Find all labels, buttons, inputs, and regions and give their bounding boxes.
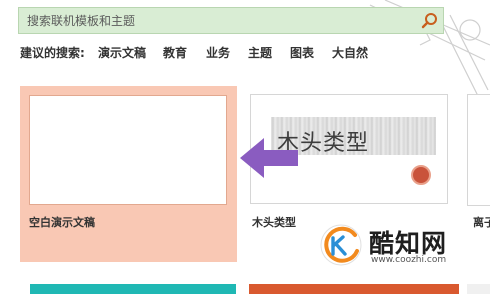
template-thumbnail[interactable]	[29, 95, 227, 205]
template-thumbnail[interactable]	[467, 94, 490, 206]
template-label: 空白演示文稿	[29, 216, 95, 229]
suggested-searches-label: 建议的搜索:	[20, 46, 85, 60]
suggestion-nature[interactable]: 大自然	[332, 44, 368, 61]
search-box[interactable]	[18, 7, 444, 34]
suggestion-business[interactable]: 业务	[206, 44, 230, 61]
suggestion-charts[interactable]: 图表	[290, 44, 314, 61]
suggestion-themes[interactable]: 主题	[248, 44, 272, 61]
coozhi-logo-icon	[320, 224, 362, 266]
suggestion-presentation[interactable]: 演示文稿	[98, 44, 146, 61]
template-ion[interactable]: 离子	[467, 94, 490, 264]
template-blank-presentation[interactable]: 空白演示文稿	[20, 86, 237, 262]
search-icon[interactable]	[421, 12, 439, 30]
template-thumbnail-partial[interactable]	[467, 284, 490, 294]
knob-decoration	[411, 165, 431, 185]
arrow-left-icon	[240, 138, 298, 178]
watermark-url: www.coozhi.com	[371, 255, 447, 265]
template-thumbnail-orange[interactable]	[249, 284, 459, 294]
search-input[interactable]	[19, 8, 423, 33]
template-label: 木头类型	[252, 216, 296, 229]
template-thumbnail-teal[interactable]	[30, 284, 236, 294]
watermark: 酷知网 www.coozhi.com	[313, 218, 468, 272]
template-label: 离子	[473, 216, 490, 229]
suggestion-education[interactable]: 教育	[163, 44, 187, 61]
